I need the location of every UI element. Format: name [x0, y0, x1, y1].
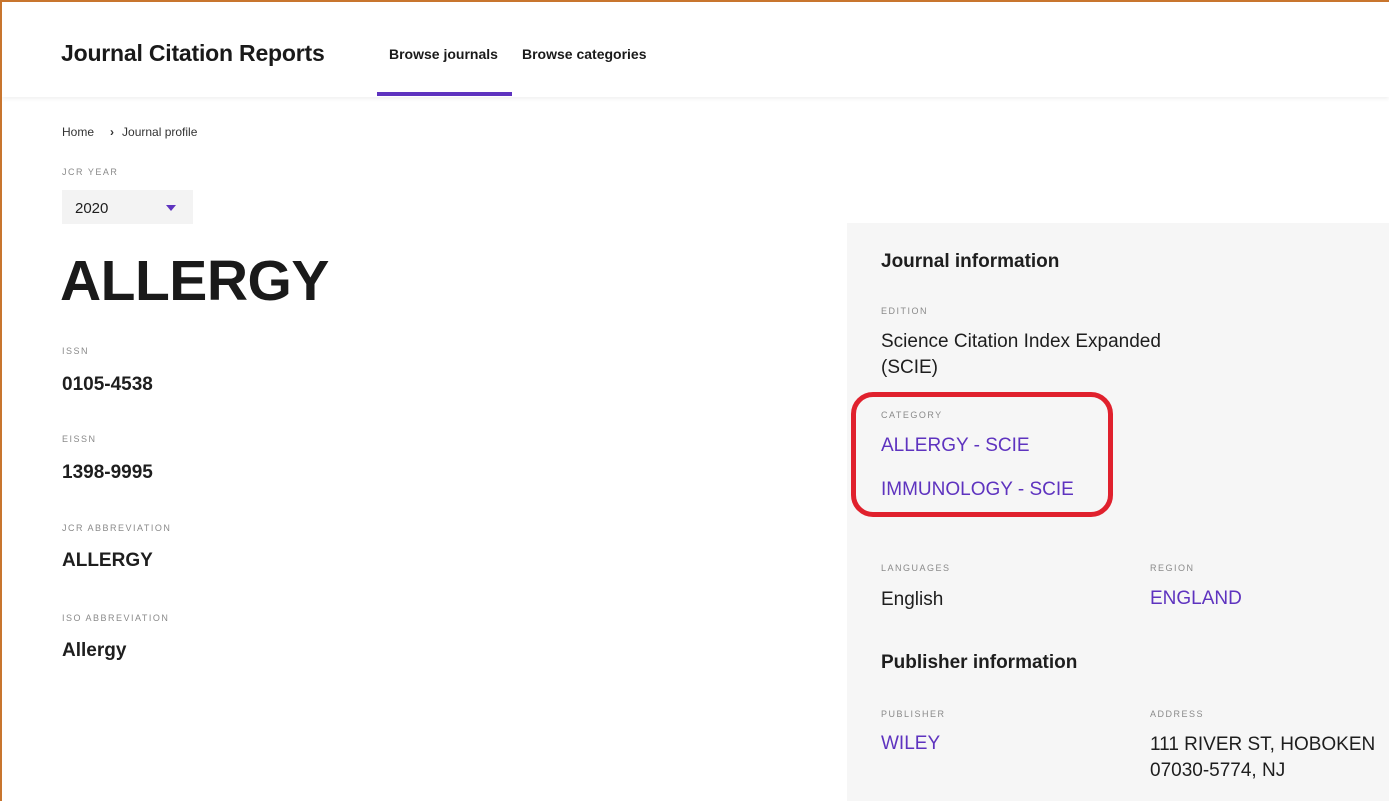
breadcrumb-current: Journal profile [122, 125, 198, 139]
breadcrumb: Home › Journal profile [62, 125, 197, 139]
iso-abbreviation-value: Allergy [62, 640, 127, 661]
eissn-value: 1398-9995 [62, 462, 153, 483]
category-link-immunology[interactable]: IMMUNOLOGY - SCIE [881, 479, 1074, 501]
region-label: REGION [1150, 563, 1195, 573]
address-line2: 07030-5774, NJ [1150, 760, 1286, 781]
edition-value-line2: (SCIE) [881, 357, 938, 378]
languages-value: English [881, 589, 944, 610]
edition-value-line1: Science Citation Index Expanded [881, 331, 1161, 352]
publisher-link[interactable]: WILEY [881, 733, 940, 755]
journal-information-heading: Journal information [881, 251, 1060, 272]
category-link-allergy[interactable]: ALLERGY - SCIE [881, 435, 1030, 457]
eissn-label: EISSN [62, 434, 97, 444]
breadcrumb-home[interactable]: Home [62, 125, 94, 139]
category-label: CATEGORY [881, 410, 943, 420]
languages-label: LANGUAGES [881, 563, 951, 573]
issn-label: ISSN [62, 346, 90, 356]
edition-label: EDITION [881, 306, 929, 316]
active-tab-indicator [377, 92, 512, 96]
caret-down-icon [166, 205, 176, 211]
app-title[interactable]: Journal Citation Reports [61, 40, 325, 67]
jcr-abbreviation-label: JCR ABBREVIATION [62, 523, 172, 533]
jcr-year-value: 2020 [75, 200, 109, 217]
jcr-year-select[interactable]: 2020 [62, 190, 193, 224]
jcr-abbreviation-value: ALLERGY [62, 550, 153, 571]
region-link[interactable]: ENGLAND [1150, 588, 1242, 610]
publisher-label: PUBLISHER [881, 709, 946, 719]
jcr-year-label: JCR YEAR [62, 167, 119, 177]
issn-value: 0105-4538 [62, 374, 153, 395]
address-line1: 111 RIVER ST, HOBOKEN [1150, 734, 1376, 755]
address-label: ADDRESS [1150, 709, 1205, 719]
tab-browse-journals[interactable]: Browse journals [389, 46, 498, 62]
chevron-right-icon: › [110, 125, 115, 139]
publisher-information-heading: Publisher information [881, 652, 1078, 673]
tab-browse-categories[interactable]: Browse categories [522, 46, 647, 62]
iso-abbreviation-label: ISO ABBREVIATION [62, 613, 170, 623]
journal-title: ALLERGY [60, 249, 329, 313]
